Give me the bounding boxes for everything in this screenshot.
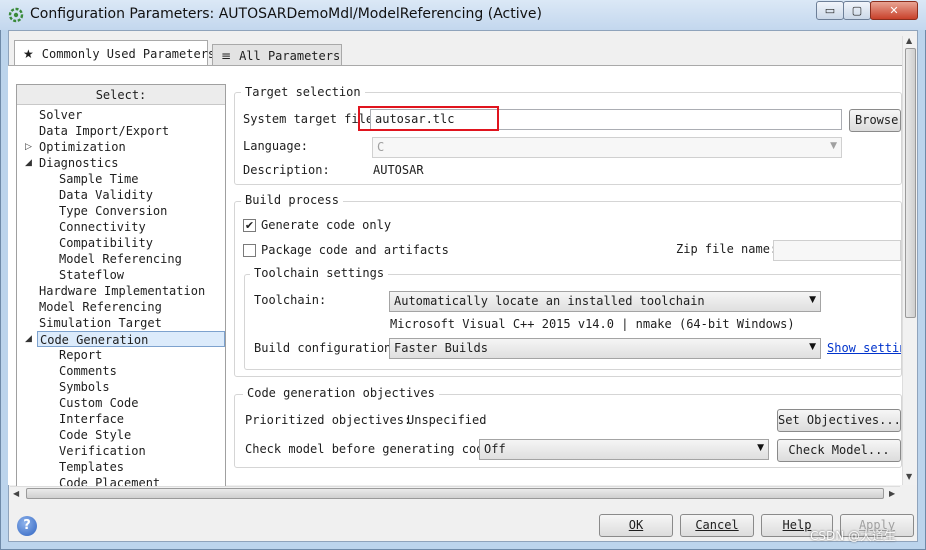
minimize-icon: ▭ — [824, 4, 836, 17]
tree-item-type-conversion[interactable]: Type Conversion — [59, 203, 167, 219]
zip-file-name-input[interactable] — [773, 240, 901, 261]
scroll-right-icon[interactable]: ▶ — [889, 489, 895, 498]
show-settings-link[interactable]: Show settings — [827, 341, 901, 355]
prioritized-objectives-label: Prioritized objectives: — [245, 413, 412, 427]
close-button[interactable]: ✕ — [870, 1, 918, 20]
objectives-title: Code generation objectives — [243, 386, 439, 400]
build-configuration-select[interactable]: Faster Builds ▼ — [389, 338, 821, 359]
tree-header: Select: — [17, 85, 225, 105]
ok-button[interactable]: OK — [599, 514, 673, 537]
scroll-down-icon[interactable]: ▼ — [906, 472, 912, 481]
set-objectives-button[interactable]: Set Objectives... — [777, 409, 901, 432]
tree-item-code-generation[interactable]: Code Generation — [37, 331, 225, 347]
tree-item-diagnostics[interactable]: Diagnostics — [39, 155, 118, 171]
tree-item-hardware-implementation[interactable]: Hardware Implementation — [39, 283, 205, 299]
build-process-title: Build process — [241, 193, 343, 207]
check-model-value: Off — [484, 442, 506, 456]
generate-code-only-checkbox[interactable]: ✔ — [243, 219, 256, 232]
tab-label: All Parameters — [239, 48, 341, 63]
category-tree[interactable]: Select: Solver Data Import/Export ▷ Opti… — [16, 84, 226, 487]
collapse-arrow-icon[interactable]: ◢ — [25, 155, 32, 171]
package-code-label: Package code and artifacts — [261, 243, 449, 257]
dropdown-arrow-icon: ▼ — [809, 342, 816, 352]
close-icon: ✕ — [889, 4, 899, 17]
maximize-icon: ▢ — [851, 4, 863, 17]
check-model-label: Check model before generating code: — [245, 442, 498, 456]
toolchain-settings-title: Toolchain settings — [250, 266, 389, 280]
toolchain-info: Microsoft Visual C++ 2015 v14.0 | nmake … — [390, 317, 795, 331]
prioritized-objectives-value: Unspecified — [407, 413, 487, 427]
language-select: C ▼ — [372, 137, 842, 158]
build-configuration-label: Build configuration: — [254, 341, 399, 355]
tree-item-connectivity[interactable]: Connectivity — [59, 219, 146, 235]
cancel-button[interactable]: Cancel — [680, 514, 754, 537]
build-configuration-value: Faster Builds — [394, 341, 488, 355]
vertical-scroll-thumb[interactable] — [905, 48, 916, 318]
tree-item-simulation-target[interactable]: Simulation Target — [39, 315, 162, 331]
check-model-select[interactable]: Off ▼ — [479, 439, 769, 460]
zip-file-name-label: Zip file name: — [676, 242, 778, 256]
help-icon[interactable]: ? — [17, 516, 37, 536]
toolchain-select[interactable]: Automatically locate an installed toolch… — [389, 291, 821, 312]
toolchain-value: Automatically locate an installed toolch… — [394, 294, 705, 308]
expand-arrow-icon[interactable]: ▷ — [25, 139, 32, 155]
tree-item-solver[interactable]: Solver — [39, 107, 82, 123]
description-label: Description: — [243, 163, 330, 177]
language-value: C — [377, 140, 385, 154]
vertical-scrollbar[interactable]: ▲ ▼ — [902, 36, 917, 485]
list-icon: ≡ — [221, 48, 232, 63]
target-selection-title: Target selection — [241, 85, 365, 99]
tree-item-data-validity[interactable]: Data Validity — [59, 187, 153, 203]
dropdown-arrow-icon: ▼ — [757, 443, 764, 453]
horizontal-scroll-thumb[interactable] — [26, 488, 884, 499]
description-value: AUTOSAR — [373, 163, 424, 177]
app-icon — [8, 7, 24, 23]
tree-item-report[interactable]: Report — [59, 347, 102, 363]
window-title: Configuration Parameters: AUTOSARDemoMdl… — [30, 6, 542, 22]
tree-item-interface[interactable]: Interface — [59, 411, 124, 427]
scroll-left-icon[interactable]: ◀ — [13, 489, 19, 498]
tree-item-data-import-export[interactable]: Data Import/Export — [39, 123, 169, 139]
title-bar[interactable]: Configuration Parameters: AUTOSARDemoMdl… — [0, 0, 926, 30]
dropdown-arrow-icon: ▼ — [809, 295, 816, 305]
tree-item-custom-code[interactable]: Custom Code — [59, 395, 138, 411]
tree-item-comments[interactable]: Comments — [59, 363, 117, 379]
horizontal-scrollbar[interactable]: ◀ ▶ — [10, 486, 900, 500]
tree-item-verification[interactable]: Verification — [59, 443, 146, 459]
tree-item-symbols[interactable]: Symbols — [59, 379, 110, 395]
tree-item-diag-model-referencing[interactable]: Model Referencing — [59, 251, 182, 267]
collapse-arrow-icon[interactable]: ◢ — [25, 331, 32, 347]
generate-code-only-label: Generate code only — [261, 218, 392, 232]
tree-item-optimization[interactable]: Optimization — [39, 139, 126, 155]
tree-item-model-referencing[interactable]: Model Referencing — [39, 299, 162, 315]
tab-commonly-used-parameters[interactable]: ★ Commonly Used Parameters — [14, 40, 215, 66]
check-model-button[interactable]: Check Model... — [777, 439, 901, 462]
tree-item-templates[interactable]: Templates — [59, 459, 124, 475]
tree-item-stateflow[interactable]: Stateflow — [59, 267, 124, 283]
browse-button[interactable]: Browse... — [849, 109, 901, 132]
language-label: Language: — [243, 139, 309, 153]
watermark-text: CSDN @大道生 — [810, 529, 897, 543]
maximize-button[interactable]: ▢ — [843, 1, 871, 20]
tree-item-compatibility[interactable]: Compatibility — [59, 235, 153, 251]
dropdown-arrow-icon: ▼ — [830, 141, 837, 151]
tree-item-code-style[interactable]: Code Style — [59, 427, 131, 443]
tree-item-sample-time[interactable]: Sample Time — [59, 171, 138, 187]
package-code-checkbox[interactable] — [243, 244, 256, 257]
highlight-annotation — [358, 106, 499, 131]
star-icon: ★ — [23, 46, 34, 61]
minimize-button[interactable]: ▭ — [816, 1, 844, 20]
toolchain-label: Toolchain: — [254, 293, 327, 307]
tab-label: Commonly Used Parameters — [41, 46, 216, 61]
scroll-up-icon[interactable]: ▲ — [906, 36, 912, 45]
tab-all-parameters[interactable]: ≡ All Parameters — [212, 44, 342, 66]
